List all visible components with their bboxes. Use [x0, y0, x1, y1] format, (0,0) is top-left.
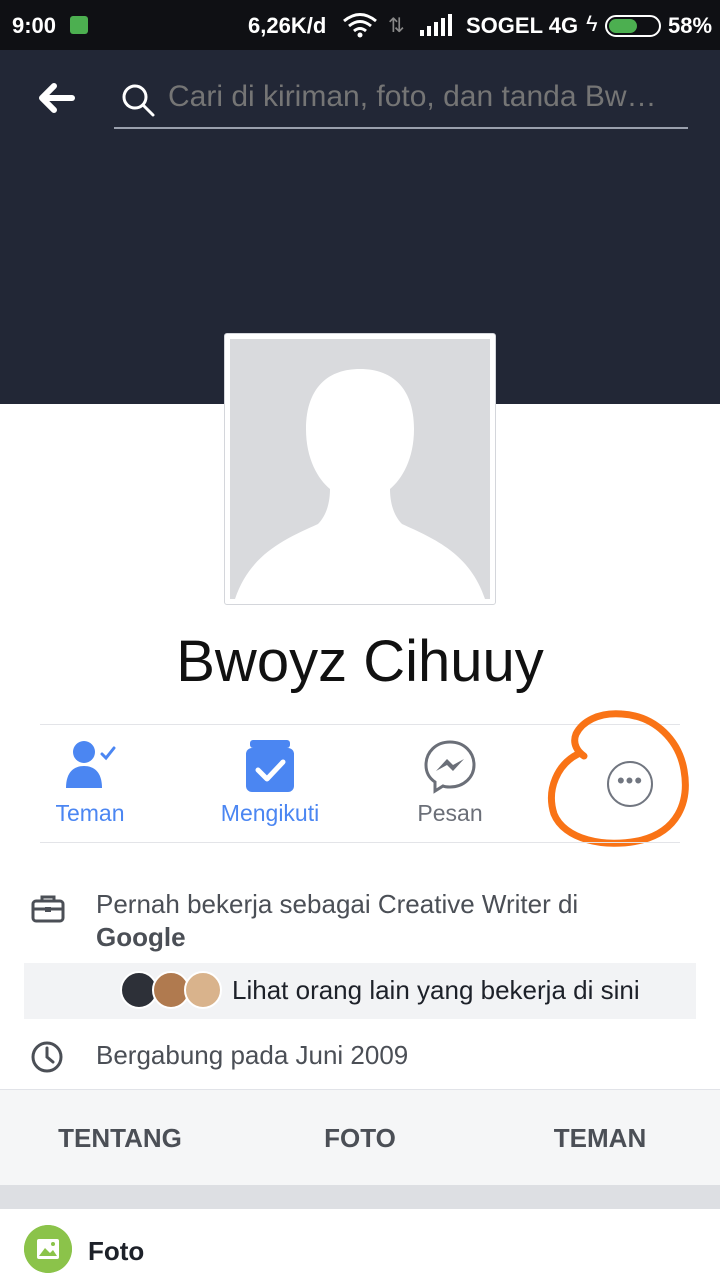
briefcase-icon	[31, 895, 65, 923]
message-label: Pesan	[417, 800, 483, 826]
joined-info-row: Bergabung pada Juni 2009	[0, 1038, 720, 1078]
profile-picture[interactable]	[224, 333, 496, 605]
friend-check-icon	[66, 741, 116, 788]
search-icon	[122, 84, 155, 117]
work-company-link[interactable]: Google	[96, 922, 186, 952]
message-button[interactable]: Pesan	[360, 736, 540, 836]
work-prefix: Pernah bekerja sebagai Creative Writer d…	[96, 889, 579, 919]
data-arrows-icon: ⇅	[388, 15, 405, 37]
following-label: Mengikuti	[220, 800, 320, 826]
photos-section-title: Foto	[88, 1236, 145, 1266]
tab-photos[interactable]: FOTO	[240, 1090, 480, 1186]
friends-label: Teman	[55, 800, 125, 826]
notification-icon	[70, 16, 88, 34]
following-check-icon	[246, 740, 294, 792]
section-separator	[0, 1185, 720, 1209]
carrier-name: SOGEL 4G	[466, 13, 579, 38]
photos-section-header[interactable]: Foto	[0, 1209, 720, 1280]
profile-name: Bwoyz Cihuuy	[176, 629, 544, 694]
charging-icon: ϟ	[586, 11, 598, 36]
arrow-left-icon[interactable]	[36, 78, 76, 118]
profile-tabs: TENTANG FOTO TEMAN	[0, 1089, 720, 1185]
status-bar: 9:00 6,26K/d ⇅ SOGEL 4G ϟ 58%	[0, 0, 720, 50]
joined-text: Bergabung pada Juni 2009	[96, 1040, 409, 1070]
search-bar[interactable]	[114, 72, 688, 129]
clock-icon	[31, 1041, 63, 1073]
coworkers-row[interactable]: Lihat orang lain yang bekerja di sini	[24, 963, 696, 1019]
default-avatar-silhouette	[230, 339, 490, 599]
coworkers-link[interactable]: Lihat orang lain yang bekerja di sini	[232, 975, 640, 1006]
signal-icon	[420, 14, 452, 36]
avatar	[184, 971, 222, 1009]
wifi-icon	[343, 13, 377, 38]
battery-icon	[605, 15, 661, 37]
network-speed: 6,26K/d	[248, 13, 327, 38]
friends-button[interactable]: Teman	[0, 736, 180, 836]
tab-friends[interactable]: TEMAN	[480, 1090, 720, 1186]
search-input[interactable]	[168, 80, 678, 114]
person-silhouette-icon	[235, 369, 485, 599]
status-time: 9:00	[12, 13, 57, 38]
photo-icon	[24, 1225, 72, 1273]
work-info-text: Pernah bekerja sebagai Creative Writer d…	[96, 888, 578, 954]
messenger-icon	[424, 740, 476, 794]
work-info-row: Pernah bekerja sebagai Creative Writer d…	[0, 888, 720, 958]
tab-about[interactable]: TENTANG	[0, 1090, 240, 1186]
divider	[40, 842, 680, 843]
following-button[interactable]: Mengikuti	[180, 736, 360, 836]
battery-percent: 58%	[668, 13, 713, 38]
highlight-circle-annotation	[548, 710, 689, 847]
